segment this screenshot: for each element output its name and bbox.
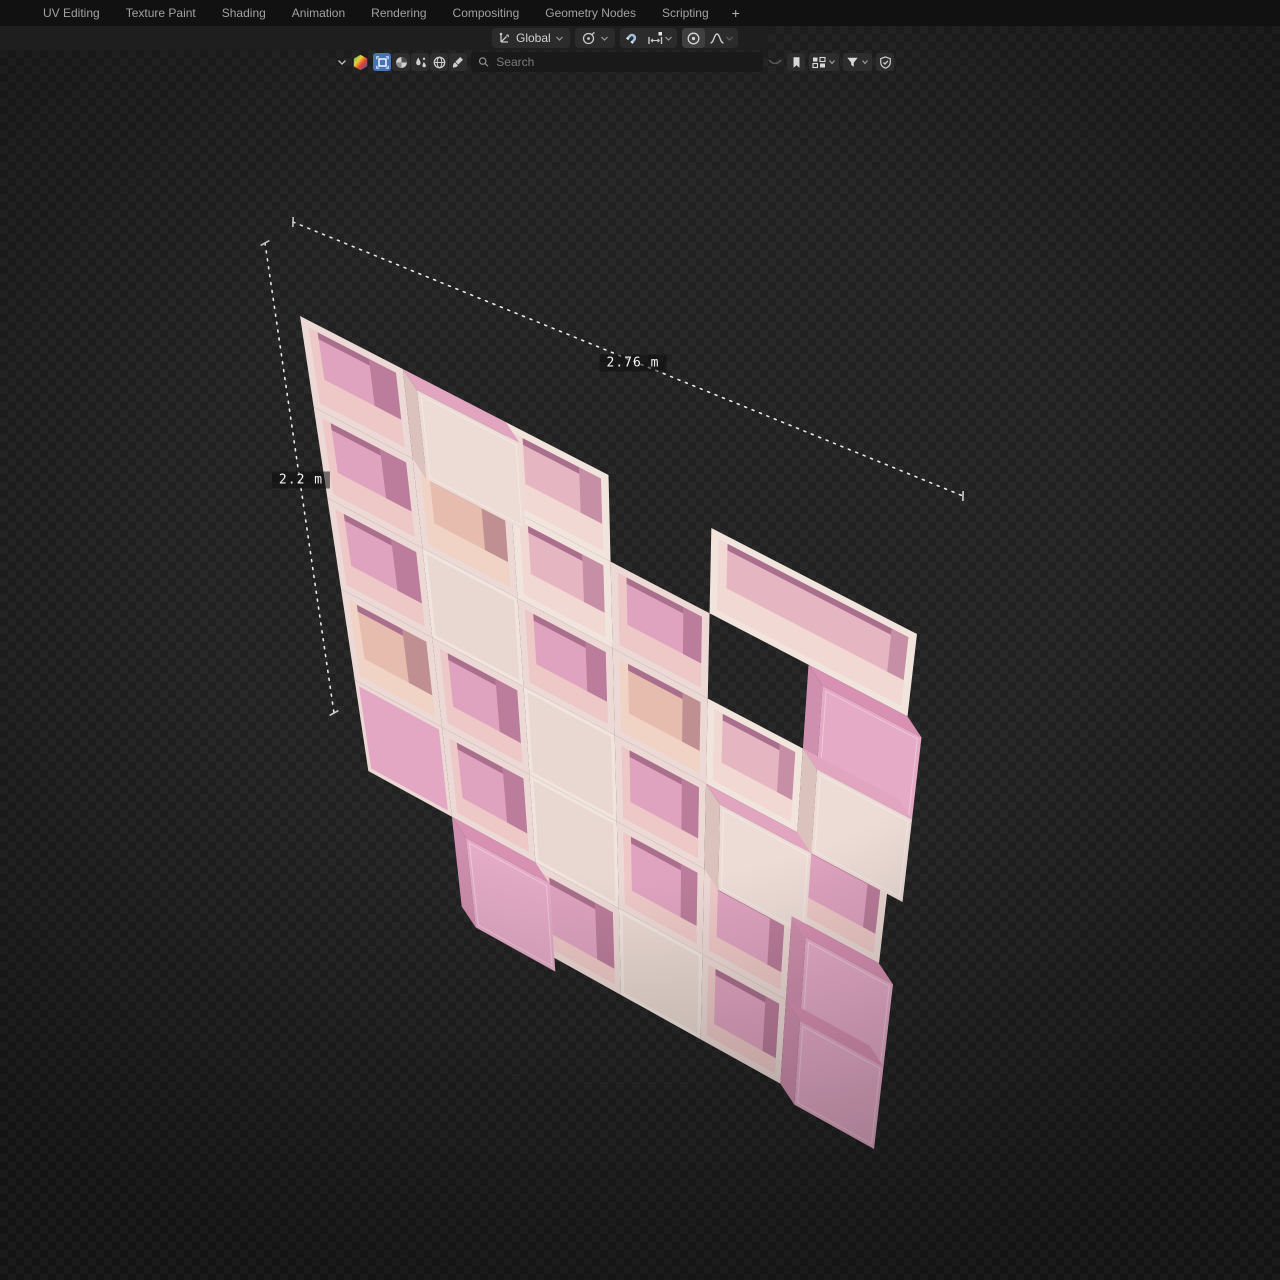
- workspace-tabs-bar: UV EditingTexture PaintShadingAnimationR…: [0, 0, 1280, 26]
- filter-dropdown[interactable]: [843, 53, 872, 71]
- workspace-tab-rendering[interactable]: Rendering: [358, 0, 439, 26]
- pivot-point-icon: [581, 31, 596, 46]
- chevron-down-icon[interactable]: [336, 56, 348, 68]
- search-icon: [478, 56, 489, 68]
- search-input[interactable]: [494, 54, 756, 70]
- chevron-down-icon: [861, 58, 869, 66]
- pivot-point-dropdown[interactable]: [575, 28, 615, 48]
- workspace-tab-compositing[interactable]: Compositing: [440, 0, 533, 26]
- dimension-label-width: 2.76 m: [600, 355, 667, 372]
- falloff-curve-icon: [709, 31, 725, 46]
- workspace-tabs: UV EditingTexture PaintShadingAnimationR…: [0, 0, 722, 26]
- fluid-toggle[interactable]: [411, 53, 429, 71]
- box-face: [682, 693, 700, 751]
- snap-target-dropdown[interactable]: [643, 28, 677, 48]
- workspace-tab-shading[interactable]: Shading: [209, 0, 279, 26]
- workspace-tab-scripting[interactable]: Scripting: [649, 0, 722, 26]
- box-face: [681, 864, 698, 926]
- frame-select-icon: [376, 56, 389, 69]
- workspace-tab-uv-editing[interactable]: UV Editing: [30, 0, 113, 26]
- viewport-3d[interactable]: 2.76 m 2.2 m: [0, 26, 1280, 1280]
- box-face: [681, 778, 699, 838]
- chevron-down-icon: [664, 34, 673, 43]
- model-cubby-wall: [0, 0, 1280, 1280]
- overlay-toolbar: [336, 51, 894, 73]
- proportional-editing-toggle[interactable]: [682, 28, 705, 48]
- box-face: [622, 746, 631, 822]
- workspace-tab-geometry-nodes[interactable]: Geometry Nodes: [532, 0, 649, 26]
- pie-sphere-toggle[interactable]: [392, 53, 410, 71]
- transform-orientation-icon: [498, 31, 512, 45]
- chevron-down-icon: [555, 34, 564, 43]
- snapping-controls: [620, 28, 677, 48]
- box-face: [595, 903, 614, 969]
- proportional-editing-icon: [686, 31, 701, 46]
- snap-target-icon: [647, 31, 664, 46]
- material-sphere-icon[interactable]: [352, 54, 369, 71]
- snap-magnet-icon: [624, 31, 639, 46]
- blender-window: UV EditingTexture PaintShadingAnimationR…: [0, 0, 1280, 1280]
- brush-toggle[interactable]: [449, 53, 467, 71]
- dimension-label-height: 2.2 m: [272, 472, 330, 489]
- chevron-down-icon: [828, 58, 836, 66]
- workspace-tab-animation[interactable]: Animation: [279, 0, 358, 26]
- brush-icon: [452, 56, 465, 69]
- chevron-down-icon: [600, 34, 609, 43]
- collapse-arc-icon[interactable]: [767, 55, 783, 69]
- filter-icon: [846, 56, 859, 69]
- box-face: [620, 660, 629, 736]
- box-face: [683, 607, 702, 663]
- box-face: [618, 573, 628, 649]
- overlay-filter-toggles: [373, 53, 467, 71]
- workspace-tab-texture-paint[interactable]: Texture Paint: [113, 0, 209, 26]
- add-workspace-button[interactable]: +: [722, 0, 750, 26]
- proportional-edit-controls: [682, 28, 738, 48]
- display-mode-icon: [812, 56, 826, 69]
- bookmark-icon: [790, 56, 803, 69]
- orientation-label: Global: [516, 31, 551, 45]
- box-face: [777, 744, 795, 800]
- world-icon: [433, 56, 446, 69]
- falloff-dropdown[interactable]: [705, 28, 738, 48]
- shield-check-button[interactable]: [876, 53, 894, 71]
- transform-snap-controls: Global: [492, 28, 738, 48]
- search-field[interactable]: [471, 52, 763, 72]
- fluid-icon: [414, 56, 427, 69]
- snap-toggle[interactable]: [620, 28, 643, 48]
- world-toggle[interactable]: [430, 53, 448, 71]
- bookmark-button[interactable]: [787, 53, 805, 71]
- chevron-down-icon: [725, 34, 734, 43]
- viewport-header: Global: [0, 26, 768, 50]
- shield-check-icon: [879, 56, 892, 69]
- pie-sphere-icon: [395, 56, 408, 69]
- transform-orientation-dropdown[interactable]: Global: [492, 28, 570, 48]
- display-mode-dropdown[interactable]: [809, 53, 839, 71]
- frame-select-toggle[interactable]: [373, 53, 391, 71]
